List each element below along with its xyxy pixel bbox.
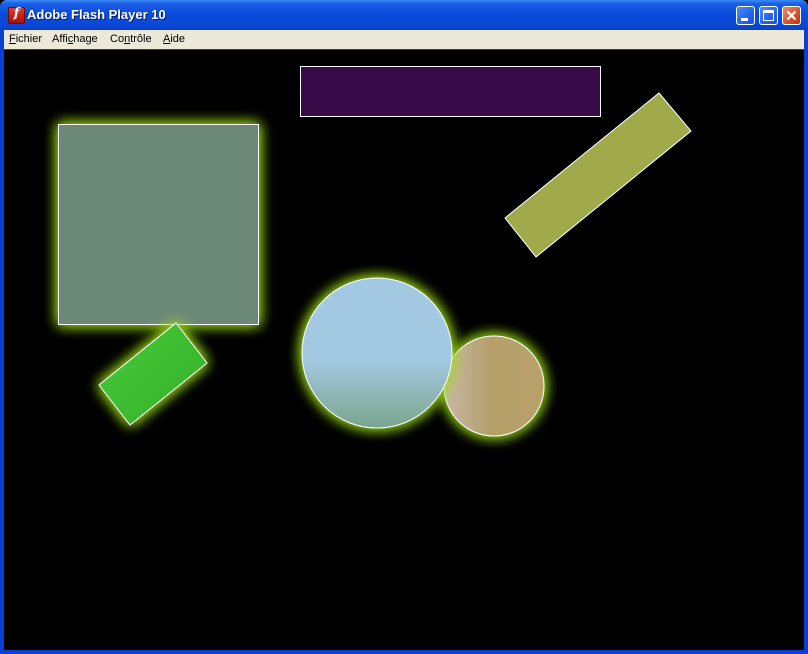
- minimize-button[interactable]: [736, 6, 755, 25]
- tan-circle[interactable]: [443, 335, 545, 437]
- flash-stage[interactable]: [4, 50, 804, 650]
- menu-item-affichage[interactable]: Affichage: [52, 33, 98, 45]
- title-bar[interactable]: f Adobe Flash Player 10: [0, 0, 808, 30]
- menu-item-aide[interactable]: Aide: [163, 33, 185, 45]
- maximize-icon: [763, 10, 774, 21]
- green-rotated-rectangle[interactable]: [98, 322, 208, 426]
- menu-bar: Fichier Affichage Contrôle Aide: [4, 30, 804, 49]
- stage-canvas: [58, 66, 692, 437]
- close-icon: [786, 10, 797, 21]
- gray-green-square[interactable]: [58, 124, 259, 325]
- maximize-button[interactable]: [759, 6, 778, 25]
- menu-item-controle[interactable]: Contrôle: [110, 33, 152, 45]
- flash-player-window: f Adobe Flash Player 10 Fichier Affichag…: [0, 0, 808, 654]
- window-bottom-border: [0, 650, 808, 654]
- minimize-icon: [741, 18, 748, 21]
- close-button[interactable]: [782, 6, 801, 25]
- purple-rectangle[interactable]: [300, 66, 601, 117]
- flash-player-icon: f: [8, 6, 25, 24]
- light-blue-circle[interactable]: [301, 277, 453, 429]
- window-title: Adobe Flash Player 10: [27, 7, 166, 22]
- menu-item-fichier[interactable]: Fichier: [9, 33, 42, 45]
- olive-rotated-bar[interactable]: [504, 92, 692, 258]
